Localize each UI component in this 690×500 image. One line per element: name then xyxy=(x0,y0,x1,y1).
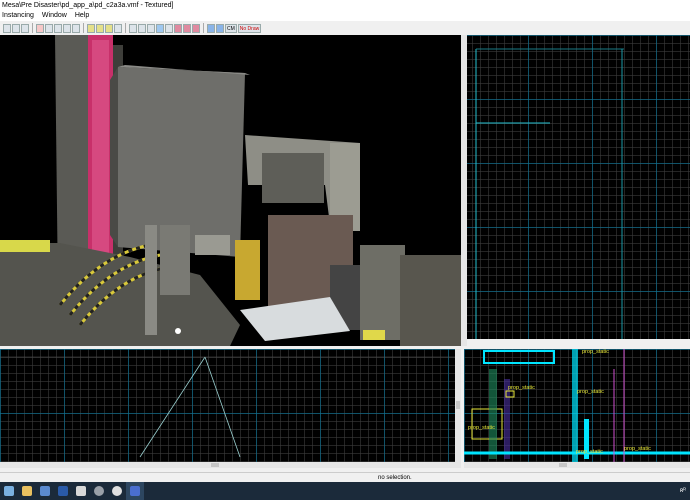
viewport-front[interactable] xyxy=(0,349,461,462)
paste-icon[interactable] xyxy=(72,23,80,33)
toolbar-separator xyxy=(83,23,84,33)
undo-icon[interactable] xyxy=(36,23,44,33)
folder-icon[interactable] xyxy=(12,23,20,33)
entity-label: prop_static xyxy=(468,425,495,431)
viewport-top[interactable] xyxy=(464,35,690,339)
hide-icon[interactable] xyxy=(147,23,155,33)
menu-instancing[interactable]: Instancing xyxy=(2,11,34,21)
show-icon[interactable] xyxy=(156,23,164,33)
carve-icon[interactable] xyxy=(165,23,173,33)
menu-help[interactable]: Help xyxy=(75,11,89,21)
toolbar: CM No Draw xyxy=(0,21,690,36)
nodraw-button[interactable]: No Draw xyxy=(237,23,262,33)
entity-label: prop_static xyxy=(582,349,609,355)
steam-icon[interactable] xyxy=(90,482,108,500)
side-hscrollbar[interactable] xyxy=(464,462,690,468)
menu-window[interactable]: Window xyxy=(42,11,67,21)
file-explorer-icon[interactable] xyxy=(18,482,36,500)
cm-button[interactable]: CM xyxy=(225,23,237,33)
entity-label: prop_static xyxy=(577,389,604,395)
ungroup-icon[interactable] xyxy=(138,23,146,33)
copy-icon[interactable] xyxy=(63,23,71,33)
texture-icon[interactable] xyxy=(105,23,113,33)
select-icon[interactable] xyxy=(96,23,104,33)
word-icon[interactable] xyxy=(54,482,72,500)
mail-icon[interactable] xyxy=(36,482,54,500)
explorer-icon[interactable] xyxy=(72,482,90,500)
side-view-geometry xyxy=(464,349,690,462)
window-title: Mesa\Pre Disaster\pd_app_a\pd_c2a3a.vmf … xyxy=(2,2,174,9)
viewport-3d[interactable] xyxy=(0,35,461,346)
grid-icon[interactable] xyxy=(87,23,95,33)
clip-icon[interactable] xyxy=(174,23,182,33)
windows-start-icon[interactable] xyxy=(0,482,18,500)
run-icon[interactable] xyxy=(207,23,215,33)
cut-icon[interactable] xyxy=(54,23,62,33)
map-icon[interactable] xyxy=(216,23,224,33)
menu-bar: Instancing Window Help xyxy=(0,11,690,21)
entity-label: prop_static xyxy=(624,446,651,452)
windows-taskbar: ʀᴿ xyxy=(0,482,690,500)
front-hscrollbar[interactable] xyxy=(0,462,461,468)
scroll-thumb[interactable] xyxy=(559,463,567,467)
top-view-geometry xyxy=(475,48,624,339)
entity-label: prop_static xyxy=(576,449,603,455)
compile-icon[interactable] xyxy=(192,23,200,33)
scroll-thumb[interactable] xyxy=(211,463,219,467)
scroll-thumb[interactable] xyxy=(456,401,460,409)
entity-label: prop_static xyxy=(508,385,535,391)
toolbar-separator xyxy=(125,23,126,33)
system-tray[interactable]: ʀᴿ xyxy=(680,482,686,500)
vertex-icon[interactable] xyxy=(183,23,191,33)
scene-render xyxy=(0,35,461,346)
front-vscrollbar[interactable] xyxy=(455,349,461,462)
entity-icon[interactable] xyxy=(114,23,122,33)
save-icon[interactable] xyxy=(21,23,29,33)
toolbar-separator xyxy=(203,23,204,33)
title-bar: Mesa\Pre Disaster\pd_app_a\pd_c2a3a.vmf … xyxy=(0,0,690,11)
viewport-side[interactable]: prop_static prop_static prop_static prop… xyxy=(464,349,690,462)
file-icon[interactable] xyxy=(3,23,11,33)
viewport-divider xyxy=(461,35,467,346)
toolbar-separator xyxy=(32,23,33,33)
chrome-icon[interactable] xyxy=(108,482,126,500)
front-view-geometry xyxy=(0,356,461,458)
redo-icon[interactable] xyxy=(45,23,53,33)
hammer-icon[interactable] xyxy=(126,482,144,500)
group-icon[interactable] xyxy=(129,23,137,33)
